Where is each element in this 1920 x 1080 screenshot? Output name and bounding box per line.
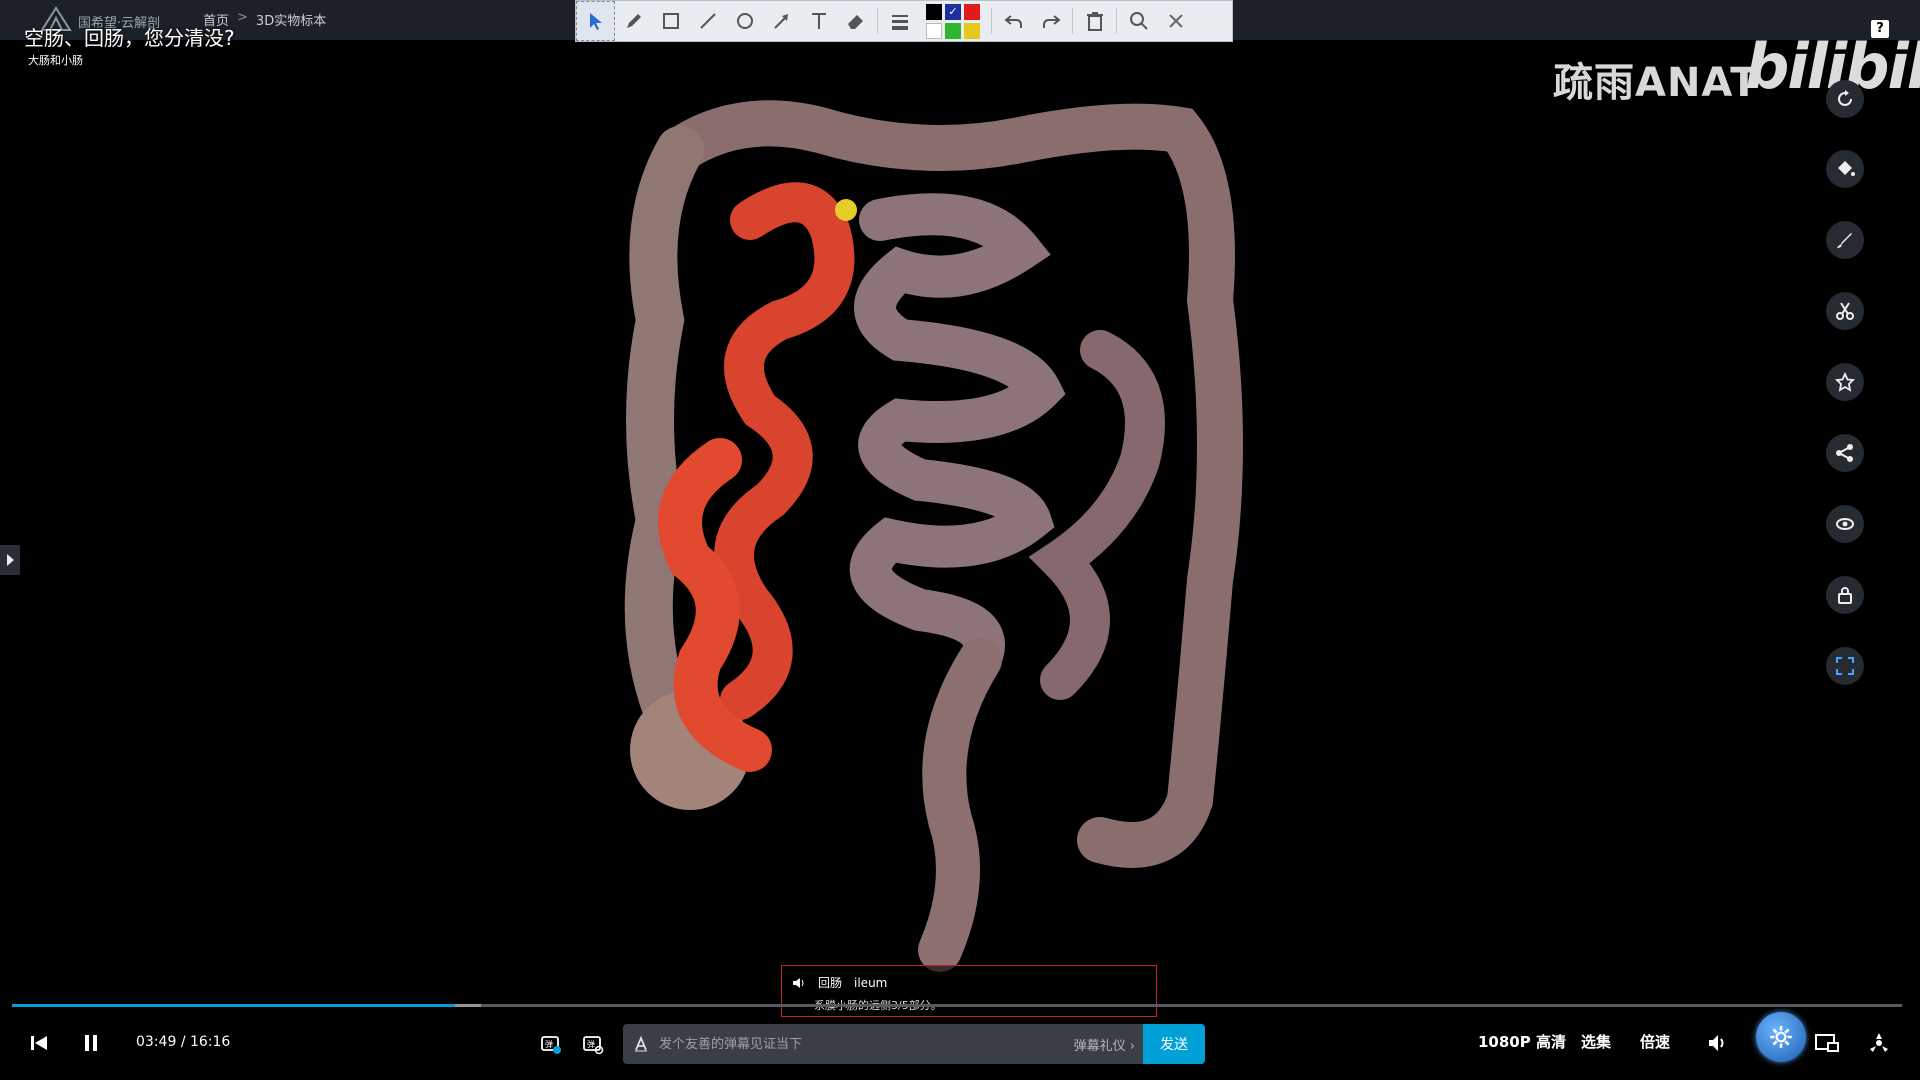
- svg-text:弹: 弹: [545, 1039, 553, 1049]
- send-button[interactable]: 发送: [1143, 1024, 1205, 1064]
- progress-buffered: [455, 1004, 481, 1007]
- video-subtitle: 大肠和小肠: [28, 54, 83, 67]
- volume-icon[interactable]: [1706, 1031, 1730, 1055]
- swatch-yellow[interactable]: [964, 22, 980, 39]
- danmu-input[interactable]: [657, 1024, 1074, 1064]
- progress-played: [12, 1004, 456, 1007]
- paint-bucket-icon[interactable]: [1826, 150, 1864, 188]
- eye-icon[interactable]: [1826, 505, 1864, 543]
- close-icon[interactable]: [1157, 2, 1194, 40]
- pointer-marker-icon: [835, 199, 857, 221]
- danmu-etiquette-link[interactable]: 弹幕礼仪 ›: [1074, 1035, 1135, 1054]
- toolbar-divider: [1072, 8, 1073, 34]
- structure-name-en: ileum: [854, 975, 888, 990]
- danmu-toggle-icon[interactable]: 弹: [540, 1033, 562, 1055]
- time-display: 03:49 / 16:16: [136, 1034, 230, 1050]
- speaker-icon[interactable]: [792, 977, 806, 989]
- color-palette: ✓: [926, 3, 980, 39]
- annotation-toolbar: ✓: [575, 0, 1233, 42]
- line-icon[interactable]: [689, 2, 726, 40]
- duration: 16:16: [189, 1034, 231, 1050]
- undo-icon[interactable]: [995, 2, 1032, 40]
- svg-text:弹: 弹: [587, 1039, 595, 1049]
- swatch-navy[interactable]: ✓: [945, 3, 961, 20]
- text-icon[interactable]: [800, 2, 837, 40]
- settings-button[interactable]: [1756, 1012, 1806, 1062]
- gear-icon: [1770, 1026, 1792, 1048]
- left-panel-toggle[interactable]: [0, 545, 20, 575]
- rotate-icon[interactable]: [1826, 80, 1864, 118]
- fullscreen-icon[interactable]: [1826, 647, 1864, 685]
- pause-icon[interactable]: [80, 1032, 102, 1054]
- zoom-icon[interactable]: [1120, 2, 1157, 40]
- star-icon[interactable]: [1826, 363, 1864, 401]
- swatch-black[interactable]: [926, 3, 942, 20]
- danmu-settings-icon[interactable]: 弹: [582, 1033, 604, 1055]
- web-fullscreen-icon[interactable]: [1814, 1031, 1840, 1055]
- pencil-icon[interactable]: [615, 2, 652, 40]
- eraser-icon[interactable]: [837, 2, 874, 40]
- redo-icon[interactable]: [1032, 2, 1069, 40]
- swatch-white[interactable]: [926, 22, 942, 39]
- swatch-green[interactable]: [945, 22, 961, 39]
- toolbar-divider: [877, 8, 878, 34]
- circle-icon[interactable]: [726, 2, 763, 40]
- trash-icon[interactable]: [1076, 2, 1113, 40]
- scissors-icon[interactable]: [1826, 292, 1864, 330]
- select-icon[interactable]: [576, 1, 615, 41]
- structure-name-cn: 回肠: [818, 976, 843, 990]
- current-time: 03:49: [136, 1034, 177, 1050]
- quality-button[interactable]: 1080P 高清: [1478, 1031, 1566, 1052]
- fullscreen-toggle-icon[interactable]: [1866, 1030, 1892, 1056]
- breadcrumb-current[interactable]: 3D实物标本: [256, 10, 326, 29]
- toolbar-divider: [991, 8, 992, 34]
- brush-icon[interactable]: [1826, 221, 1864, 259]
- danmu-input-box: 弹幕礼仪 › 发送: [623, 1024, 1205, 1064]
- font-style-icon[interactable]: [633, 1036, 649, 1052]
- lock-icon[interactable]: [1826, 576, 1864, 614]
- rectangle-icon[interactable]: [652, 2, 689, 40]
- arrow-icon[interactable]: [763, 2, 800, 40]
- breadcrumb-separator: >: [237, 10, 248, 25]
- toolbar-divider: [1116, 8, 1117, 34]
- line-width-icon[interactable]: [881, 2, 918, 40]
- intestine-specimen-model[interactable]: [600, 100, 1280, 980]
- time-separator: /: [180, 1034, 186, 1050]
- chevron-right-icon: [7, 554, 14, 566]
- video-title: 空肠、回肠，您分清没?: [24, 26, 235, 50]
- share-icon[interactable]: [1826, 434, 1864, 472]
- episodes-button[interactable]: 选集: [1581, 1031, 1611, 1052]
- help-icon[interactable]: ?: [1871, 20, 1889, 38]
- previous-icon[interactable]: [28, 1032, 50, 1054]
- uploader-watermark: 疏雨ANAT: [1553, 60, 1759, 106]
- video-progress-bar[interactable]: [12, 1004, 1902, 1007]
- swatch-red[interactable]: [964, 3, 980, 20]
- speed-button[interactable]: 倍速: [1640, 1031, 1670, 1052]
